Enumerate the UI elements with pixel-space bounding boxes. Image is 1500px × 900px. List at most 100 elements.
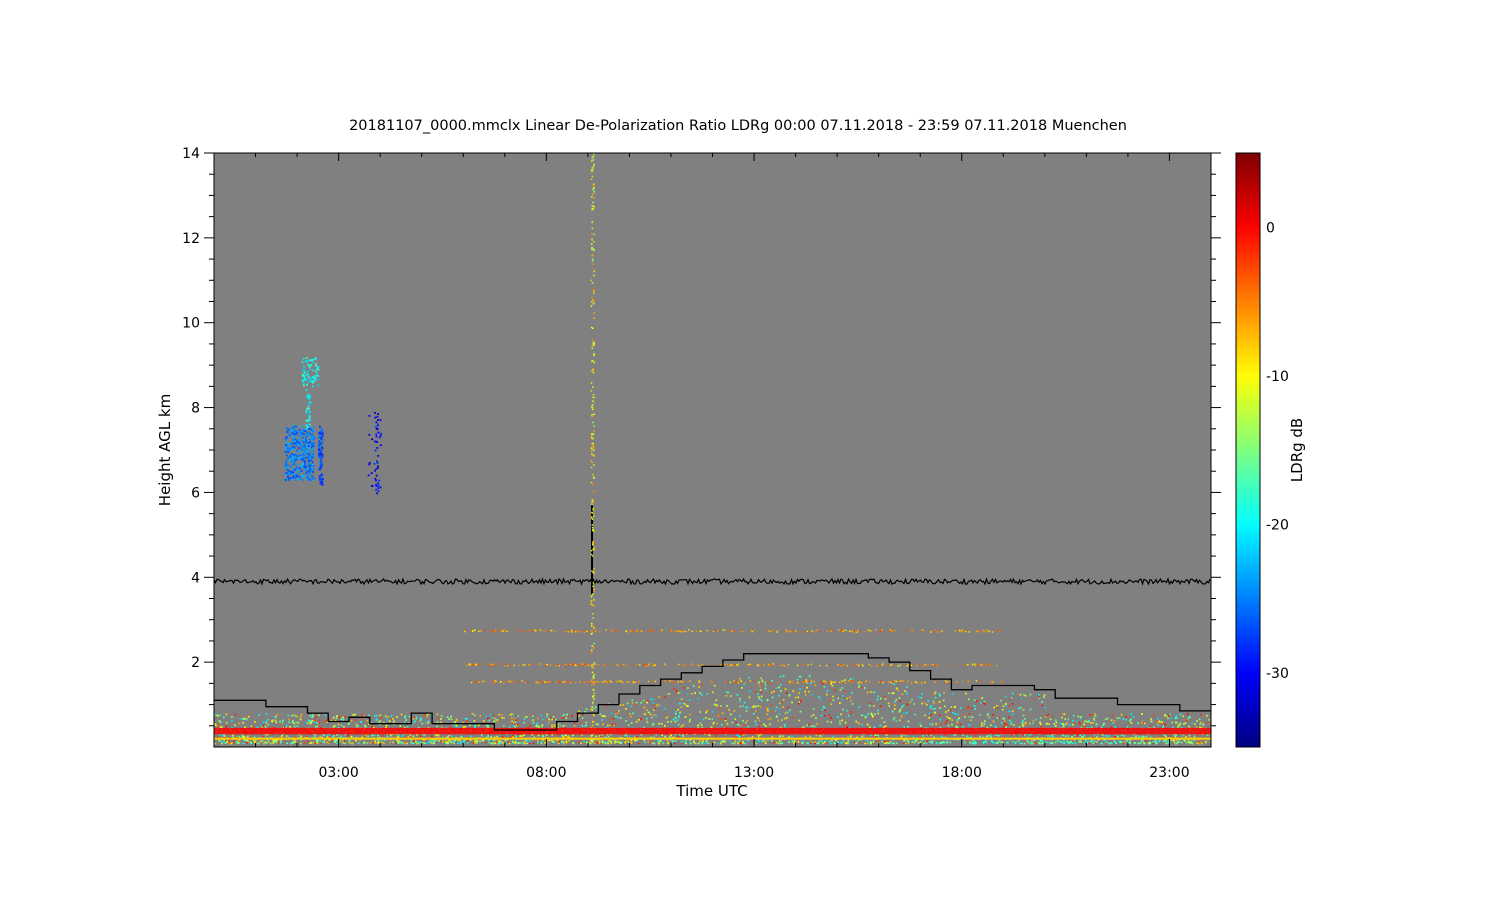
- speckle-pixel: [840, 742, 843, 744]
- speckle-pixel: [1041, 739, 1043, 742]
- speckle-pixel: [855, 742, 857, 745]
- speckle-pixel: [408, 715, 411, 718]
- speckle-pixel: [1107, 735, 1110, 737]
- speckle-pixel: [542, 734, 544, 737]
- speckle-pixel: [1001, 722, 1003, 724]
- cloud-pixel: [368, 415, 371, 417]
- speckle-pixel: [930, 714, 932, 716]
- cloud-pixel: [289, 471, 292, 473]
- speckle-pixel: [523, 718, 526, 720]
- cloud-pixel: [305, 424, 308, 427]
- speckle-pixel: [592, 288, 595, 291]
- speckle-pixel: [311, 720, 314, 722]
- speckle-pixel: [430, 741, 433, 744]
- speckle-pixel: [981, 697, 983, 699]
- cloud-pixel: [305, 373, 308, 376]
- speckle-pixel: [1175, 714, 1178, 717]
- cloud-pixel: [306, 360, 308, 363]
- speckle-pixel: [627, 724, 630, 726]
- cloud-pixel: [376, 460, 378, 463]
- speckle-pixel: [487, 725, 489, 727]
- speckle-pixel: [881, 740, 883, 743]
- speckle-pixel: [371, 742, 373, 745]
- speckle-pixel: [1125, 740, 1128, 742]
- speckle-pixel: [973, 742, 976, 745]
- speckle-pixel: [432, 742, 435, 745]
- speckle-pixel: [368, 714, 370, 717]
- speckle-pixel: [738, 740, 741, 742]
- speckle-pixel: [590, 447, 593, 449]
- speckle-pixel: [229, 739, 231, 742]
- speckle-pixel: [593, 695, 595, 697]
- speckle-pixel: [638, 719, 640, 721]
- speckle-pixel: [565, 717, 568, 719]
- speckle-pixel: [1122, 718, 1125, 720]
- speckle-pixel: [376, 714, 378, 717]
- speckle-pixel: [472, 742, 475, 745]
- speckle-pixel: [810, 715, 813, 718]
- speckle-pixel: [921, 702, 923, 705]
- speckle-pixel: [811, 741, 814, 744]
- speckle-pixel: [1079, 723, 1081, 725]
- speckle-pixel: [519, 735, 521, 737]
- speckle-pixel: [824, 709, 826, 712]
- speckle-pixel: [220, 726, 222, 728]
- speckle-pixel: [872, 691, 875, 694]
- speckle-pixel: [906, 703, 909, 706]
- speckle-pixel: [842, 739, 845, 742]
- speckle-pixel: [755, 742, 757, 745]
- speckle-pixel: [892, 692, 895, 695]
- speckle-pixel: [866, 691, 869, 694]
- speckle-pixel: [901, 693, 904, 695]
- speckle-pixel: [939, 694, 941, 697]
- speckle-pixel: [1071, 736, 1073, 738]
- speckle-pixel: [1003, 725, 1005, 728]
- speckle-pixel: [689, 713, 691, 716]
- speckle-pixel: [363, 741, 366, 744]
- speckle-pixel: [870, 742, 872, 745]
- speckle-pixel: [1062, 723, 1064, 725]
- speckle-pixel: [401, 735, 403, 738]
- speckle-pixel: [466, 720, 468, 722]
- speckle-pixel: [888, 689, 890, 692]
- speckle-pixel: [592, 473, 594, 476]
- speckle-pixel: [592, 721, 594, 723]
- cloud-pixel: [320, 481, 323, 484]
- speckle-pixel: [877, 734, 879, 736]
- speckle-pixel: [847, 714, 850, 717]
- speckle-pixel: [267, 723, 269, 726]
- speckle-pixel: [858, 684, 861, 687]
- speckle-pixel: [595, 706, 597, 708]
- speckle-pixel: [761, 679, 763, 681]
- speckle-pixel: [880, 697, 882, 700]
- cloud-pixel: [288, 442, 291, 445]
- speckle-pixel: [758, 719, 760, 721]
- speckle-pixel: [592, 396, 594, 398]
- speckle-pixel: [264, 725, 267, 728]
- speckle-pixel: [1021, 742, 1023, 745]
- speckle-pixel: [448, 736, 451, 738]
- speckle-pixel: [1005, 703, 1007, 705]
- speckle-pixel: [929, 707, 932, 709]
- speckle-pixel: [234, 713, 237, 716]
- speckle-pixel: [868, 704, 871, 707]
- speckle-pixel: [1188, 734, 1191, 737]
- speckle-pixel: [858, 735, 861, 737]
- cloud-pixel: [295, 458, 298, 461]
- speckle-pixel: [593, 683, 595, 685]
- speckle-pixel: [294, 741, 297, 743]
- speckle-pixel: [1092, 722, 1094, 724]
- speckle-pixel: [956, 719, 959, 721]
- speckle-pixel: [697, 697, 699, 700]
- speckle-pixel: [590, 382, 593, 384]
- speckle-pixel: [745, 722, 747, 724]
- speckle-pixel: [864, 742, 866, 745]
- speckle-pixel: [591, 208, 593, 211]
- speckle-pixel: [223, 741, 225, 743]
- speckle-pixel: [661, 734, 663, 737]
- speckle-pixel: [778, 686, 780, 689]
- speckle-pixel: [757, 717, 759, 719]
- speckle-pixel: [740, 680, 742, 682]
- speckle-pixel: [591, 543, 594, 545]
- speckle-pixel: [837, 697, 839, 700]
